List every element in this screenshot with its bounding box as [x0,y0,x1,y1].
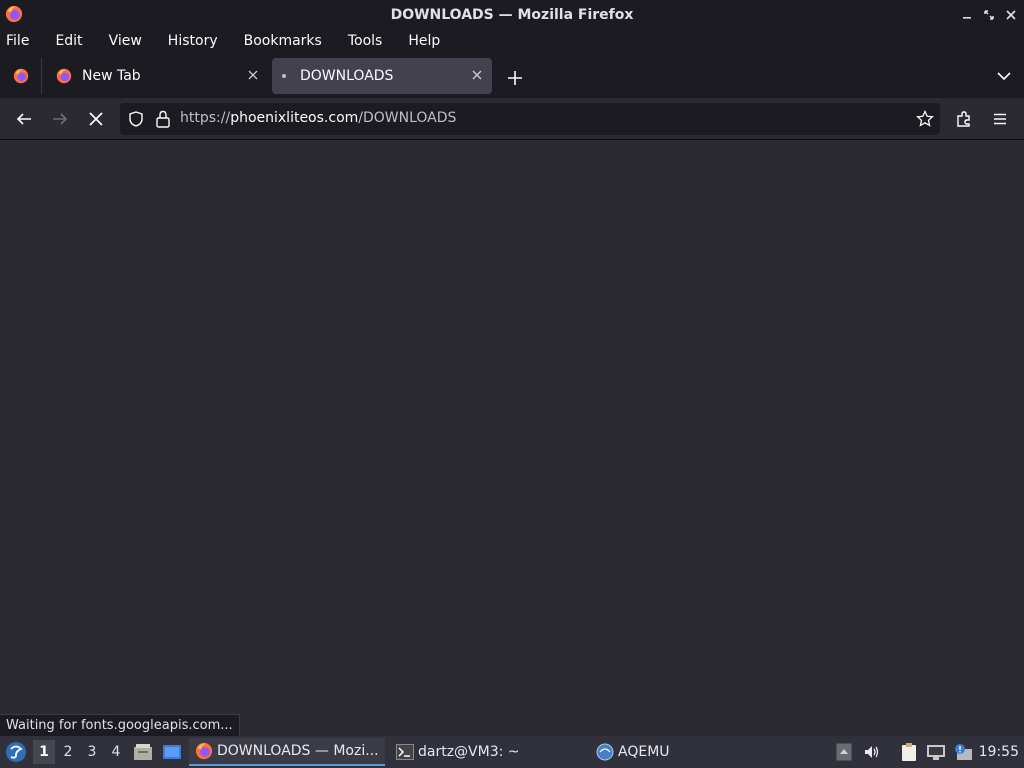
status-text: Waiting for fonts.googleapis.com... [6,718,233,733]
task-terminal[interactable]: dartz@VM3: ~ [390,738,590,766]
workspace-2[interactable]: 2 [57,740,79,764]
speaker-icon [865,746,879,758]
menu-edit[interactable]: Edit [55,33,95,49]
url-host: phoenixliteos.com [230,110,359,126]
forward-button[interactable] [49,108,71,130]
tab-label: New Tab [82,68,141,84]
clipboard-button[interactable] [899,742,919,762]
shield-icon [129,111,143,127]
lock-icon [156,110,170,128]
firefox-icon [56,68,72,84]
network-button[interactable] [926,742,946,762]
aqemu-icon [596,743,614,761]
close-tab-button[interactable] [248,68,258,84]
firefox-icon [13,68,28,84]
volume-button[interactable] [862,742,882,762]
file-manager-icon [134,744,152,760]
firefox-icon [5,5,23,23]
task-aqemu[interactable]: AQEMU [590,738,790,766]
window-titlebar[interactable]: DOWNLOADS — Mozilla Firefox [0,0,1024,30]
workspace-3[interactable]: 3 [81,740,103,764]
tray-menu-button[interactable] [834,742,854,762]
window-title: DOWNLOADS — Mozilla Firefox [390,7,634,23]
workspace-1[interactable]: 1 [33,740,55,764]
puzzle-icon [957,111,970,127]
menu-view[interactable]: View [109,33,155,49]
task-label: DOWNLOADS — Mozi... [217,743,379,759]
url-scheme: https:// [180,110,231,126]
arrow-right-icon [53,113,68,125]
navigation-toolbar: https://phoenixliteos.com/DOWNLOADS [0,98,1024,140]
restore-icon [984,10,994,20]
menu-tools[interactable]: Tools [348,33,396,49]
tab-new-tab[interactable]: New Tab [46,58,268,94]
workspace-4[interactable]: 4 [105,740,127,764]
desktop-icon [163,745,181,759]
menu-file[interactable]: File [6,33,42,49]
close-icon [1006,10,1016,20]
terminal-icon [396,744,414,760]
clock[interactable]: 19:55 [979,744,1019,760]
tracking-protection-button[interactable] [128,111,144,131]
app-menu-button[interactable] [989,108,1011,130]
restore-button[interactable] [980,6,998,24]
chevron-down-icon [997,72,1011,81]
loading-indicator-icon [282,74,286,78]
close-window-button[interactable] [1002,6,1020,24]
star-icon [916,109,934,127]
close-icon [248,70,258,80]
tab-label: DOWNLOADS [300,68,394,84]
stop-button[interactable] [85,108,107,130]
new-tab-button[interactable] [503,66,527,90]
extensions-button[interactable] [953,108,975,130]
status-panel: Waiting for fonts.googleapis.com... [0,714,240,736]
start-menu-button[interactable] [5,741,27,763]
update-notification-icon [955,744,972,760]
menu-help[interactable]: Help [408,33,453,49]
show-desktop-button[interactable] [162,742,182,762]
task-firefox[interactable]: DOWNLOADS — Mozi... [189,738,385,766]
menu-bookmarks[interactable]: Bookmarks [244,33,335,49]
taskbar: 1 2 3 4 DOWNLOADS — Mozi... dartz@VM3: ~… [0,736,1024,768]
file-manager-launcher[interactable] [133,742,153,762]
tab-bar: New Tab DOWNLOADS [0,52,1024,98]
updates-button[interactable] [953,742,973,762]
tab-downloads[interactable]: DOWNLOADS [272,58,492,94]
minimize-button[interactable] [958,6,976,24]
menubar: File Edit View History Bookmarks Tools H… [0,30,1024,52]
close-icon [472,70,482,80]
hamburger-menu-icon [994,113,1006,125]
back-button[interactable] [13,108,35,130]
firefox-icon [195,742,213,760]
site-info-button[interactable] [155,110,171,132]
url-bar[interactable]: https://phoenixliteos.com/DOWNLOADS [120,103,940,135]
url-text[interactable]: https://phoenixliteos.com/DOWNLOADS [180,110,456,126]
url-path: /DOWNLOADS [358,110,457,126]
firefox-view-button[interactable] [0,58,42,94]
task-label: dartz@VM3: ~ [418,744,520,760]
stop-icon [89,112,103,126]
minimize-icon [963,17,971,19]
arrow-left-icon [16,113,31,125]
network-icon [927,745,945,760]
bookmark-page-button[interactable] [916,109,934,132]
start-menu-icon [6,742,26,762]
tray-arrow-icon [836,743,852,761]
menu-history[interactable]: History [168,33,231,49]
plus-icon [508,71,522,85]
page-content[interactable] [0,141,1024,736]
clipboard-icon [902,743,916,761]
list-all-tabs-button[interactable] [996,68,1012,84]
task-label: AQEMU [618,744,670,760]
close-tab-button[interactable] [472,68,482,84]
